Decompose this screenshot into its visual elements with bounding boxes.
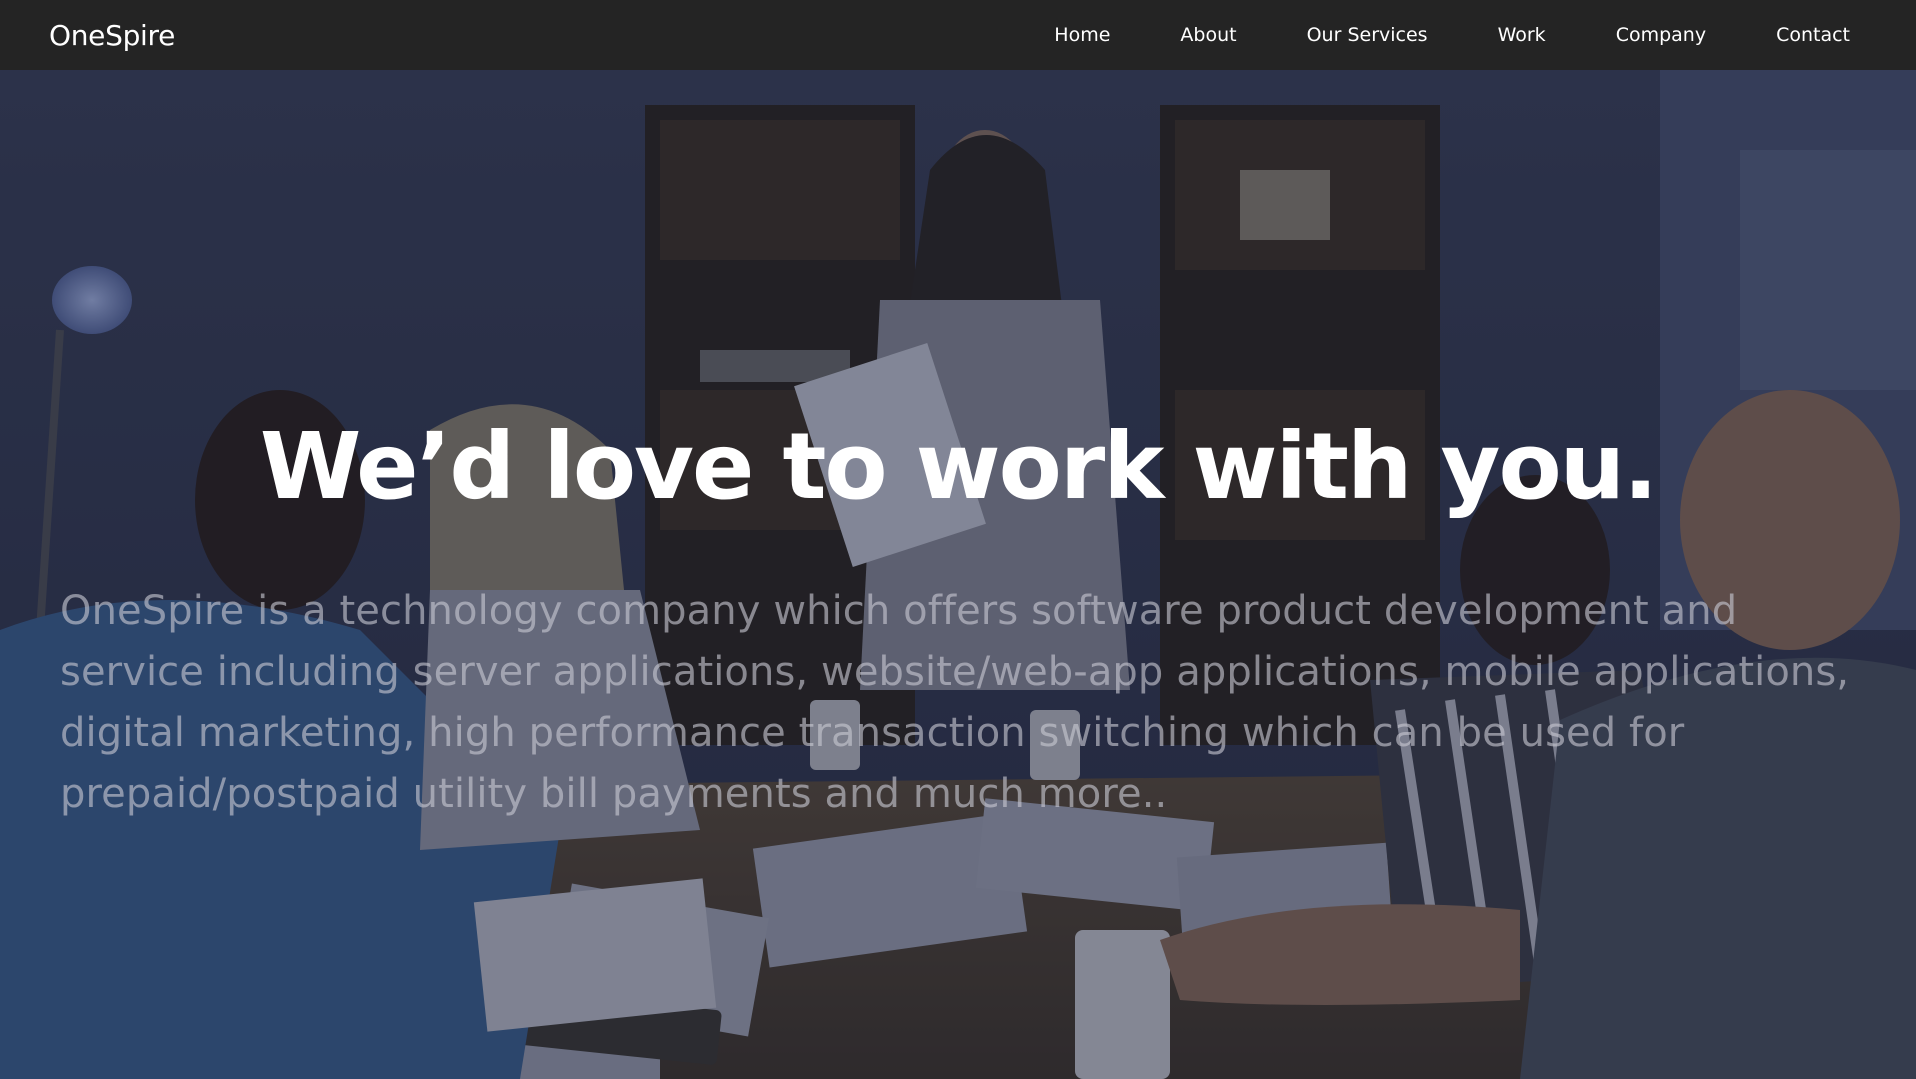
hero-description: OneSpire is a technology company which o… [60,588,1850,817]
hero-section: We’d love to work with you. OneSpire is … [0,70,1916,1079]
nav-link-our-services[interactable]: Our Services [1307,24,1428,46]
nav-link-contact[interactable]: Contact [1776,24,1850,46]
nav-link-company[interactable]: Company [1616,24,1706,46]
hero-title: We’d love to work with you. [259,413,1658,520]
nav-link-about[interactable]: About [1180,24,1236,46]
page: OneSpire Home About Our Services Work Co… [0,0,1916,1079]
hero-dark-overlay [0,70,1916,1079]
main-nav: Home About Our Services Work Company Con… [1054,24,1850,46]
nav-link-home[interactable]: Home [1054,24,1110,46]
top-navbar: OneSpire Home About Our Services Work Co… [0,0,1916,70]
brand-logo[interactable]: OneSpire [49,19,175,52]
nav-link-work[interactable]: Work [1498,24,1546,46]
